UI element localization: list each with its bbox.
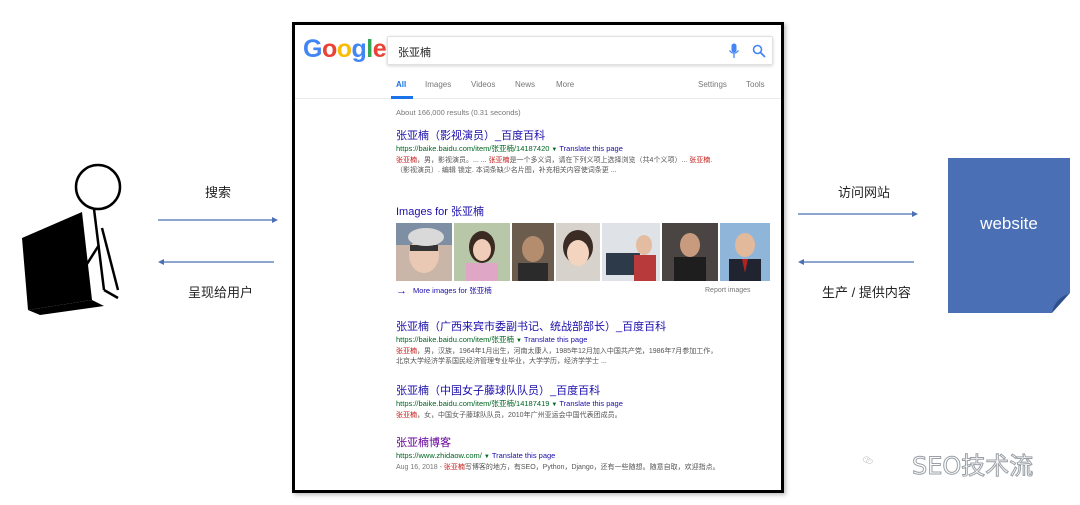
result-title-link[interactable]: 张亚楠（中国女子藤球队队员）_百度百科	[396, 384, 766, 398]
result-url: https://www.zhidaow.com/	[396, 451, 482, 460]
visit-label: 访问网站	[838, 185, 891, 200]
result-url: https://baike.baidu.com/item/张亚楠/1418741…	[396, 399, 550, 408]
image-thumbnail[interactable]	[454, 223, 510, 281]
search-result: 张亚楠（中国女子藤球队队员）_百度百科 https://baike.baidu.…	[396, 384, 766, 421]
caret-down-icon[interactable]: ▼	[484, 454, 490, 460]
result-snippet: 张亚楠，女，中国女子藤球队队员，2010年广州亚运会中国代表团成员。	[396, 412, 622, 419]
website-document	[948, 158, 1070, 313]
user-figure	[22, 163, 122, 315]
logo-letter: o	[336, 35, 352, 63]
images-heading-link[interactable]: Images for 张亚楠	[396, 203, 484, 219]
search-tabs: All Images Videos News More Settings Too…	[295, 75, 781, 99]
result-url: https://baike.baidu.com/item/张亚楠	[396, 335, 514, 344]
result-title-link[interactable]: 张亚楠（影视演员）_百度百科	[396, 129, 766, 143]
image-thumbnail[interactable]	[512, 223, 554, 281]
image-thumbnail[interactable]	[602, 223, 660, 281]
tab-settings[interactable]: Settings	[698, 80, 727, 89]
logo-letter: o	[321, 35, 337, 63]
image-thumbnail[interactable]	[396, 223, 452, 281]
image-thumbnail[interactable]	[720, 223, 770, 281]
arrow-right-search	[158, 217, 278, 223]
arrow-right-icon: →	[396, 285, 407, 297]
logo-letter: G	[303, 35, 322, 63]
result-snippet: 张亚楠，男，影视演员。... ... 张亚楠是一个多义词，请在下列义项上选择浏览…	[396, 157, 713, 174]
active-tab-indicator	[391, 96, 413, 99]
search-box[interactable]: 张亚楠	[387, 36, 773, 65]
result-title-link[interactable]: 张亚楠（广西来宾市委副书记、统战部部长）_百度百科	[396, 320, 766, 334]
google-logo: Google	[303, 35, 387, 64]
laptop-icon	[22, 212, 92, 310]
caret-down-icon[interactable]: ▼	[516, 338, 522, 344]
translate-link[interactable]: Translate this page	[492, 451, 556, 460]
search-label: 搜索	[205, 185, 232, 200]
search-icon[interactable]	[752, 44, 766, 58]
search-result: 张亚楠（影视演员）_百度百科 https://baike.baidu.com/i…	[396, 129, 766, 176]
arrow-left-produce	[798, 259, 914, 265]
report-images-link[interactable]: Report images	[705, 287, 751, 294]
watermark-text: SEO技术流	[911, 452, 1034, 481]
microphone-icon[interactable]	[728, 43, 740, 59]
result-title-link[interactable]: 张亚楠博客	[396, 436, 766, 450]
result-url: https://baike.baidu.com/item/张亚楠/1418742…	[396, 144, 550, 153]
arrow-left-present	[158, 259, 274, 265]
present-label: 呈现给用户	[188, 285, 254, 300]
tab-all[interactable]: All	[396, 80, 406, 89]
user-head	[74, 163, 122, 211]
produce-label: 生产 / 提供内容	[822, 285, 911, 300]
result-stats: About 166,000 results (0.31 seconds)	[396, 108, 521, 117]
arrow-right-visit	[798, 211, 918, 217]
logo-letter: e	[372, 35, 387, 63]
image-thumbnail[interactable]	[662, 223, 718, 281]
image-thumbnail[interactable]	[556, 223, 600, 281]
tab-images[interactable]: Images	[425, 80, 451, 89]
search-input[interactable]: 张亚楠	[398, 44, 431, 60]
website-label: website	[980, 214, 1038, 233]
image-thumbnails	[396, 223, 770, 281]
logo-letter: g	[351, 35, 367, 63]
caret-down-icon[interactable]: ▼	[551, 147, 557, 153]
tab-tools[interactable]: Tools	[746, 80, 765, 89]
translate-link[interactable]: Translate this page	[524, 335, 588, 344]
search-result: 张亚楠博客 https://www.zhidaow.com/▼ Translate…	[396, 436, 766, 473]
google-results-screenshot: Google 张亚楠 All Images Videos News More S…	[292, 22, 784, 493]
result-snippet: Aug 16, 2018 - 张亚楠写博客的地方，有SEO，Python，Dja…	[396, 464, 720, 471]
tab-news[interactable]: News	[515, 80, 535, 89]
translate-link[interactable]: Translate this page	[559, 399, 623, 408]
tab-videos[interactable]: Videos	[471, 80, 495, 89]
more-images-link[interactable]: → More images for 张亚楠	[396, 285, 492, 297]
translate-link[interactable]: Translate this page	[559, 144, 623, 153]
wechat-watermark-icon	[862, 456, 873, 464]
tab-more[interactable]: More	[556, 80, 574, 89]
result-snippet: 张亚楠，男，汉族，1964年1月出生，河南太康人，1985年12月加入中国共产党…	[396, 348, 718, 365]
caret-down-icon[interactable]: ▼	[551, 402, 557, 408]
search-result: 张亚楠（广西来宾市委副书记、统战部部长）_百度百科 https://baike.…	[396, 320, 766, 367]
